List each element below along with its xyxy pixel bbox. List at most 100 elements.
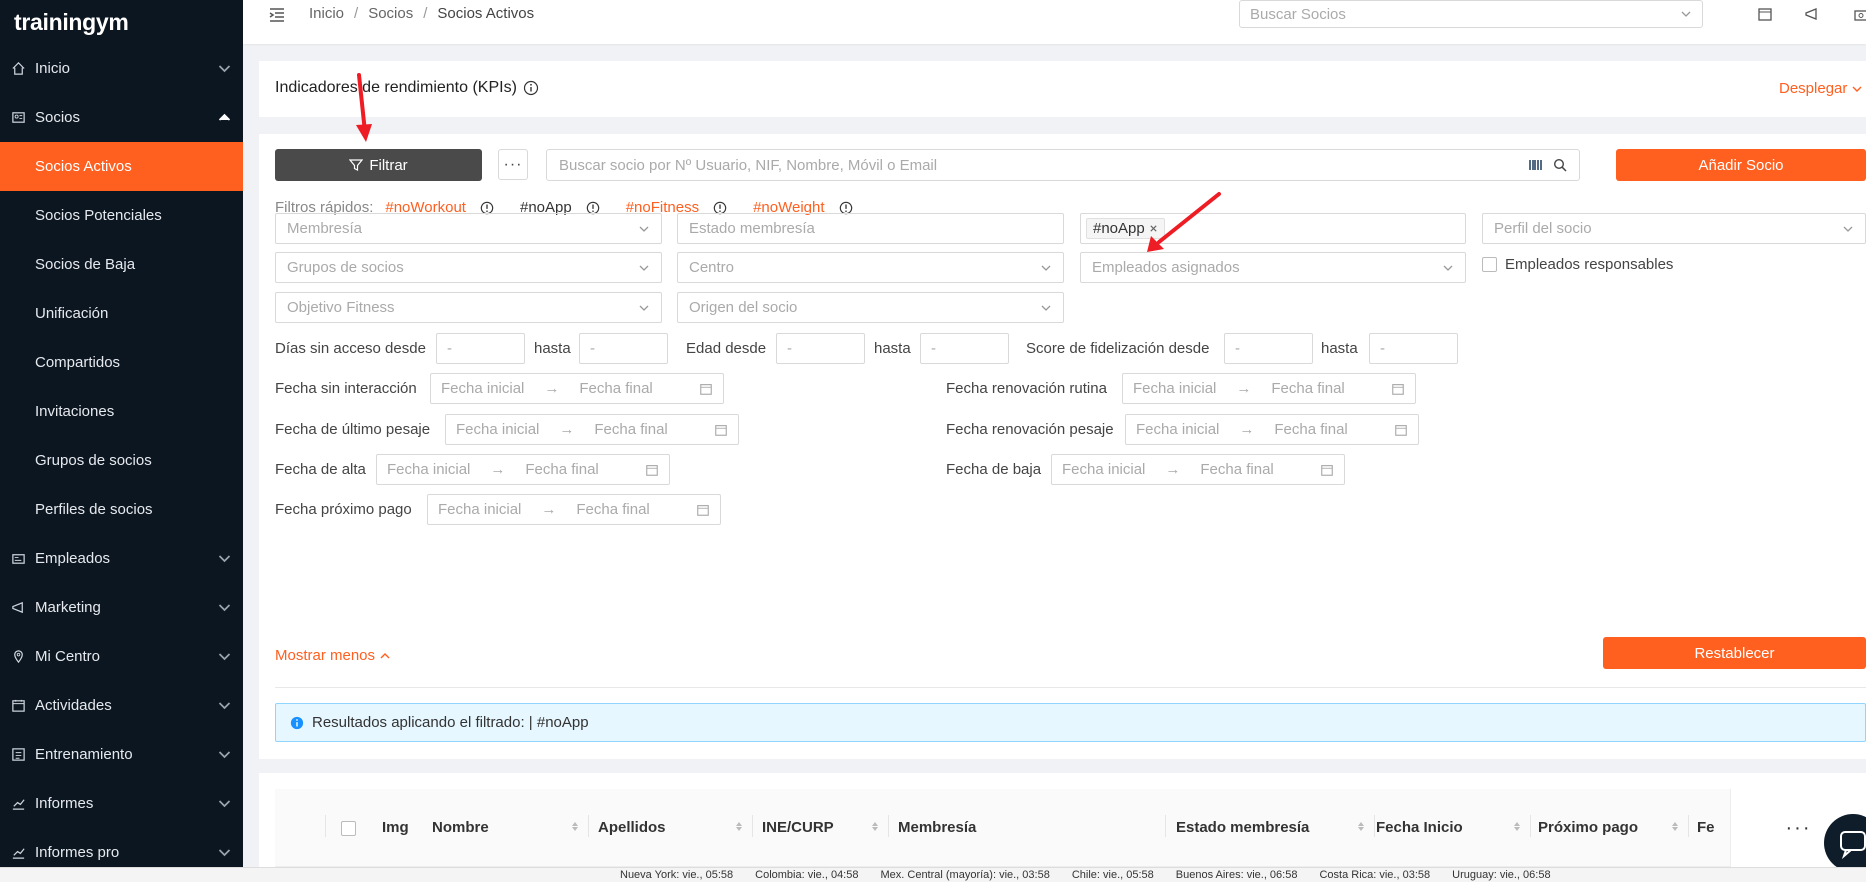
chevron-down-icon [218,751,231,759]
sidebar-group-inicio[interactable]: Inicio [0,44,243,93]
sidebar-group-marketing[interactable]: Marketing [0,583,243,632]
sidebar-item-invitaciones[interactable]: Invitaciones [0,387,243,436]
show-less-link[interactable]: Mostrar menos [275,647,391,664]
leave-date-range[interactable]: Fecha inicial → Fecha final [1051,454,1345,485]
reset-button[interactable]: Restablecer [1603,637,1866,669]
age-to-input[interactable]: - [920,333,1009,364]
sort-icon[interactable] [736,822,742,831]
sidebar-group-mi-centro[interactable]: Mi Centro [0,632,243,681]
breadcrumb-item-current: Socios Activos [437,5,535,22]
column-separator [1530,815,1531,837]
chevron-down-icon [1443,265,1453,271]
app-logo[interactable]: trainingym [0,0,243,44]
sidebar-item-unificacion[interactable]: Unificación [0,289,243,338]
weigh-renewal-date-range[interactable]: Fecha inicial → Fecha final [1125,414,1419,445]
hasta-label: hasta [1321,340,1358,357]
breadcrumb-item-inicio[interactable]: Inicio [309,5,344,22]
signup-date-range[interactable]: Fecha inicial → Fecha final [376,454,670,485]
end-date-placeholder: Fecha final [525,461,599,478]
column-header-fecha-inicio[interactable]: Fecha Inicio [1376,819,1463,836]
column-header-proximo-pago[interactable]: Próximo pago [1538,819,1638,836]
sidebar-item-socios-potenciales[interactable]: Socios Potenciales [0,191,243,240]
camera-icon[interactable] [1852,6,1866,22]
membership-select[interactable]: Membresía [275,213,662,244]
last-weigh-date-range[interactable]: Fecha inicial → Fecha final [445,414,739,445]
sidebar-group-label: Actividades [35,697,112,714]
filter-button[interactable]: Filtrar [275,149,482,181]
arrow-right-icon: → [544,380,560,397]
sidebar-item-compartidos[interactable]: Compartidos [0,338,243,387]
responsible-employees-checkbox[interactable]: Empleados responsables [1482,256,1673,273]
info-icon[interactable] [523,80,539,96]
no-interaction-date-range[interactable]: Fecha inicial → Fecha final [430,373,724,404]
next-payment-date-range[interactable]: Fecha inicial → Fecha final [427,494,721,525]
breadcrumb-item-socios[interactable]: Socios [368,5,413,22]
add-member-button[interactable]: Añadir Socio [1616,149,1866,181]
sort-icon[interactable] [572,822,578,831]
chat-button[interactable] [1824,814,1866,872]
fitness-goal-select[interactable]: Objetivo Fitness [275,292,662,323]
column-header-nombre[interactable]: Nombre [432,819,489,836]
checkbox-box[interactable] [1482,257,1497,272]
loyalty-score-label: Score de fidelización desde [1026,340,1210,357]
member-profile-select[interactable]: Perfil del socio [1482,213,1866,244]
end-date-placeholder: Fecha final [579,380,653,397]
sidebar-group-label: Entrenamiento [35,746,133,763]
days-without-access-from-input[interactable]: - [436,333,525,364]
chevron-up-icon [380,652,390,658]
member-groups-select[interactable]: Grupos de socios [275,252,662,283]
sidebar-item-socios-de-baja[interactable]: Socios de Baja [0,240,243,289]
days-without-access-to-input[interactable]: - [579,333,668,364]
calendar-icon[interactable] [1757,6,1773,22]
select-all-checkbox[interactable] [341,821,356,836]
sort-icon[interactable] [1514,822,1520,831]
sidebar-group-socios[interactable]: Socios [0,93,243,142]
chevron-down-icon [639,265,649,271]
filter-results-text: Resultados aplicando el filtrado: | #noA… [312,714,589,731]
barcode-icon[interactable] [1529,158,1543,172]
sidebar-group-label: Inicio [35,60,71,77]
column-header-estado-membresia[interactable]: Estado membresía [1176,819,1309,836]
member-origin-select[interactable]: Origen del socio [677,292,1064,323]
sidebar-group-empleados[interactable]: Empleados [0,534,243,583]
sort-icon[interactable] [1672,822,1678,831]
membership-placeholder: Membresía [287,220,363,237]
weigh-renewal-date-label: Fecha renovación pesaje [946,421,1114,438]
arrow-right-icon: → [559,421,575,438]
column-header-apellidos[interactable]: Apellidos [598,819,666,836]
world-clock-item: Chile: vie., 05:58 [1071,869,1154,881]
sidebar-group-entrenamiento[interactable]: Entrenamiento [0,730,243,779]
sidebar-item-socios-activos[interactable]: Socios Activos [0,142,243,191]
loyalty-score-from-input[interactable]: - [1224,333,1313,364]
center-select[interactable]: Centro [677,252,1064,283]
calendar-icon [700,383,712,395]
assigned-employees-placeholder: Empleados asignados [1092,259,1240,276]
sidebar-item-grupos-de-socios[interactable]: Grupos de socios [0,436,243,485]
member-search-input[interactable]: Buscar socio por Nº Usuario, NIF, Nombre… [546,149,1580,181]
loyalty-score-to-input[interactable]: - [1369,333,1458,364]
sidebar-group-informes[interactable]: Informes [0,779,243,828]
assigned-employees-select[interactable]: Empleados asignados [1080,252,1466,283]
top-search-select[interactable]: Buscar Socios [1239,0,1703,28]
age-from-input[interactable]: - [776,333,865,364]
column-separator [325,815,326,837]
column-header-ine-curp[interactable]: INE/CURP [762,819,834,836]
chevron-down-icon [1041,305,1051,311]
chevron-up-icon [218,113,231,121]
end-date-placeholder: Fecha final [1200,461,1274,478]
training-icon [12,748,25,761]
calendar-icon [1395,424,1407,436]
membership-status-input[interactable]: Estado membresía [677,213,1064,244]
menu-collapse-icon[interactable] [267,5,287,25]
search-icon[interactable] [1553,158,1567,172]
sort-icon[interactable] [872,822,878,831]
more-options-button[interactable]: ··· [498,149,528,180]
routine-renewal-date-range[interactable]: Fecha inicial → Fecha final [1122,373,1416,404]
sidebar-group-actividades[interactable]: Actividades [0,681,243,730]
sidebar-item-perfiles-de-socios[interactable]: Perfiles de socios [0,485,243,534]
kpi-expand-button[interactable]: Desplegar [1779,80,1863,97]
sort-icon[interactable] [1358,822,1364,831]
megaphone-icon[interactable] [1804,6,1820,22]
tag-select[interactable]: #noApp [1080,213,1466,244]
calendar-icon [646,464,658,476]
